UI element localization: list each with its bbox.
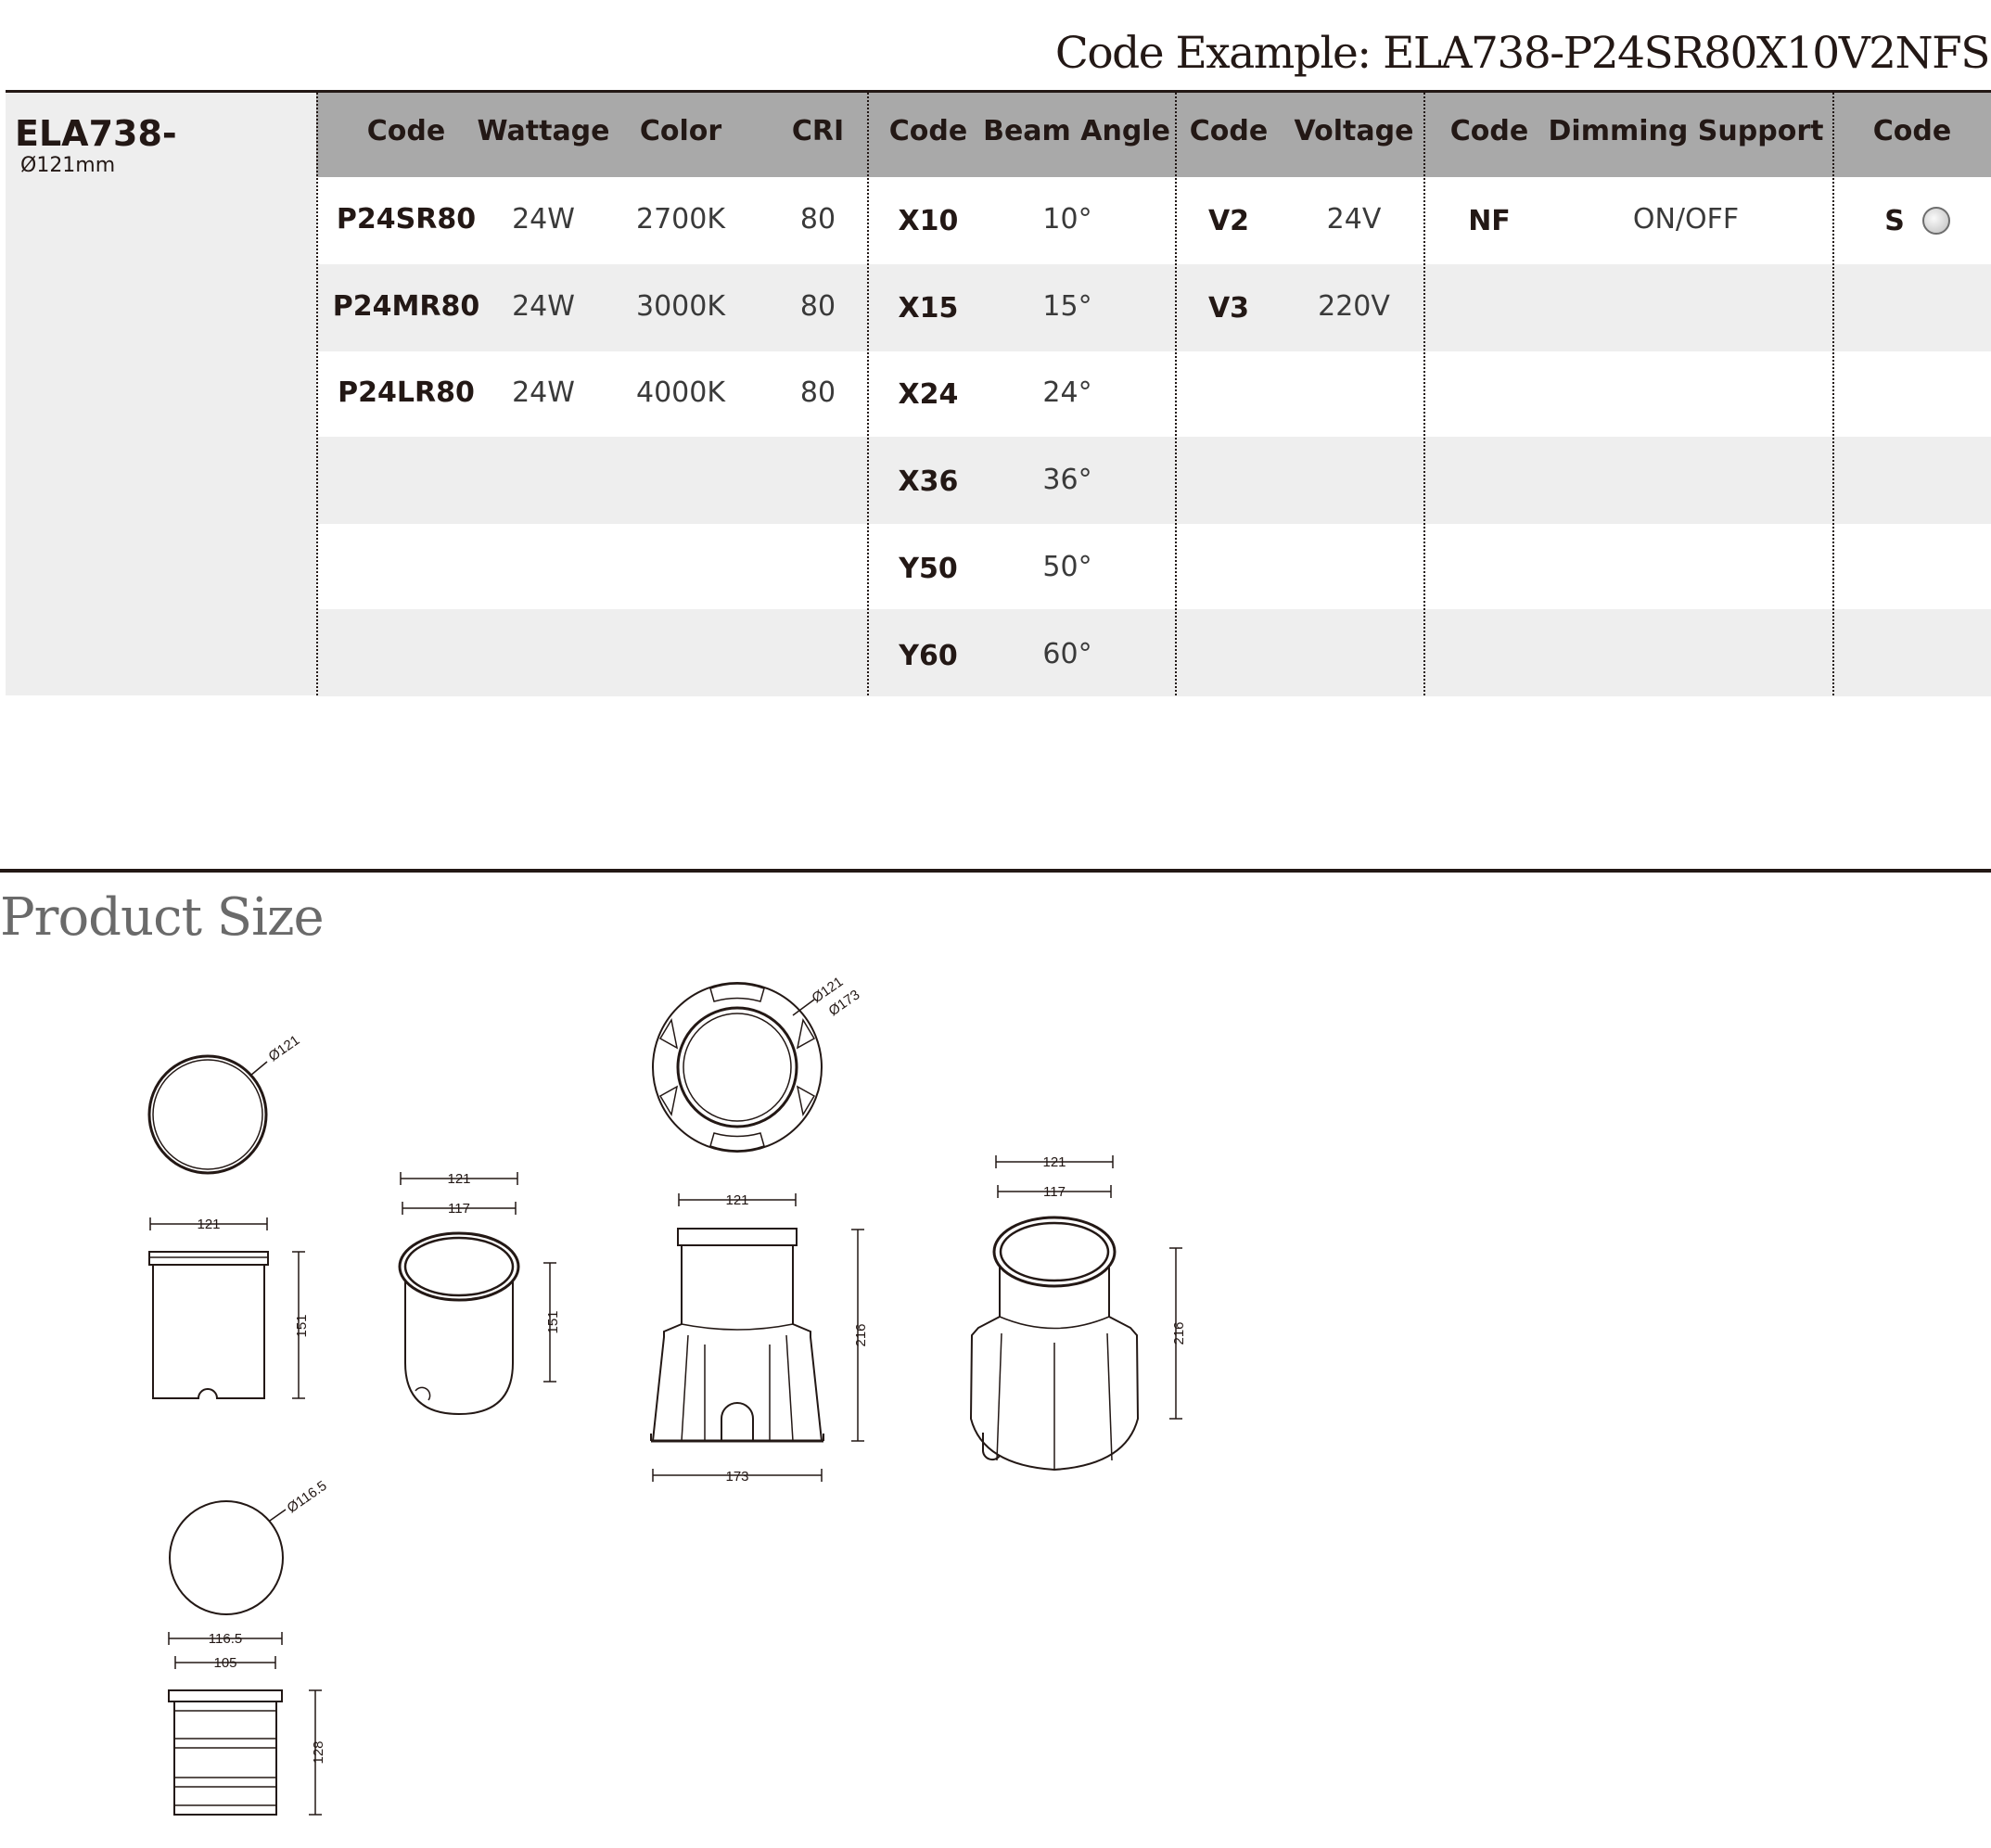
product-drawings: Ø121 121 151 121 117 151 Ø121 Ø173 121 2… <box>147 974 1187 1816</box>
dim-label: 128 <box>311 1740 326 1764</box>
dim-label: 216 <box>853 1323 869 1346</box>
dim-label: 105 <box>213 1655 236 1671</box>
dim-label: 151 <box>545 1310 561 1333</box>
drawing-e-top-view <box>169 1500 287 1615</box>
drawing-d-perspective <box>969 1155 1182 1472</box>
drawing-b-perspective <box>398 1172 556 1416</box>
dim-label: Ø121 <box>266 1032 303 1064</box>
dim-label: 121 <box>197 1217 220 1232</box>
dim-label: 116.5 <box>209 1631 242 1647</box>
drawing-a-side-view <box>148 1217 305 1399</box>
dim-label: 216 <box>1171 1321 1187 1345</box>
dim-label: Ø116.5 <box>285 1478 330 1517</box>
drawing-c-top-view <box>652 982 823 1153</box>
drawing-c-side-view <box>650 1193 864 1482</box>
dim-label: 121 <box>447 1171 470 1187</box>
dim-label: 151 <box>294 1314 310 1337</box>
dim-label: 117 <box>448 1201 470 1217</box>
dim-label: 121 <box>725 1192 748 1208</box>
dim-label: 121 <box>1042 1154 1066 1170</box>
drawing-a-top-view <box>147 1054 268 1175</box>
drawing-e-side-view <box>168 1632 322 1816</box>
dim-label: 117 <box>1043 1184 1066 1200</box>
dim-label: 173 <box>725 1469 748 1485</box>
